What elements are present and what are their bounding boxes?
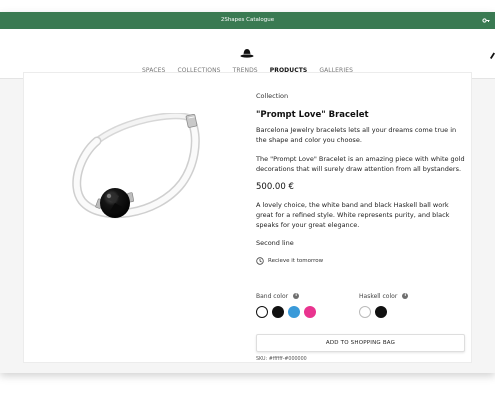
- band-color-picker: Band color i: [256, 291, 316, 318]
- product-description-1: Barcelona Jewelry bracelets lets all you…: [256, 126, 457, 144]
- clock-icon: [256, 257, 264, 265]
- info-icon[interactable]: i: [293, 293, 300, 299]
- bracelet-product-image: [72, 113, 200, 219]
- second-line-text: Second line: [256, 239, 294, 247]
- haskell-color-swatches: [359, 306, 408, 318]
- pen-icon[interactable]: [489, 51, 495, 59]
- app-window: 2Shapes Catalogue SPACES COLLECTIONS TRE…: [0, 12, 495, 373]
- product-title: "Prompt Love" Bracelet: [256, 110, 369, 120]
- product-description-2: The "Prompt Love" Bracelet is an amazing…: [256, 155, 465, 173]
- sku-text: SKU: #ffffff-#000000: [256, 357, 307, 362]
- band-color-swatches: [256, 306, 316, 318]
- band-color-swatch[interactable]: [288, 306, 300, 318]
- product-long-description: A lovely choice, the white band and blac…: [256, 201, 450, 229]
- info-icon[interactable]: i: [402, 293, 409, 299]
- band-color-swatch[interactable]: [256, 306, 268, 318]
- band-color-swatch[interactable]: [272, 306, 284, 318]
- haskell-color-swatch[interactable]: [375, 306, 387, 318]
- haskell-color-picker: Haskell color i: [359, 291, 409, 318]
- band-color-label: Band color: [256, 292, 289, 300]
- delivery-info: Recieve it tomorrow: [256, 256, 323, 266]
- band-color-swatch[interactable]: [304, 306, 316, 318]
- title-bar: 2Shapes Catalogue: [0, 12, 495, 29]
- haskell-color-swatch[interactable]: [359, 306, 371, 318]
- product-price: 500.00 €: [256, 182, 294, 192]
- window-title: 2Shapes Catalogue: [220, 17, 275, 23]
- add-to-shopping-bag-button[interactable]: ADD TO SHOPPING BAG: [256, 334, 465, 352]
- haskell-color-label: Haskell color: [359, 292, 398, 300]
- product-card: Collection "Prompt Love" Bracelet Barcel…: [23, 72, 472, 363]
- collection-label[interactable]: Collection: [256, 92, 288, 100]
- delivery-text: Recieve it tomorrow: [268, 258, 324, 264]
- key-icon[interactable]: [482, 12, 490, 29]
- bowler-hat-logo-icon[interactable]: [240, 48, 254, 58]
